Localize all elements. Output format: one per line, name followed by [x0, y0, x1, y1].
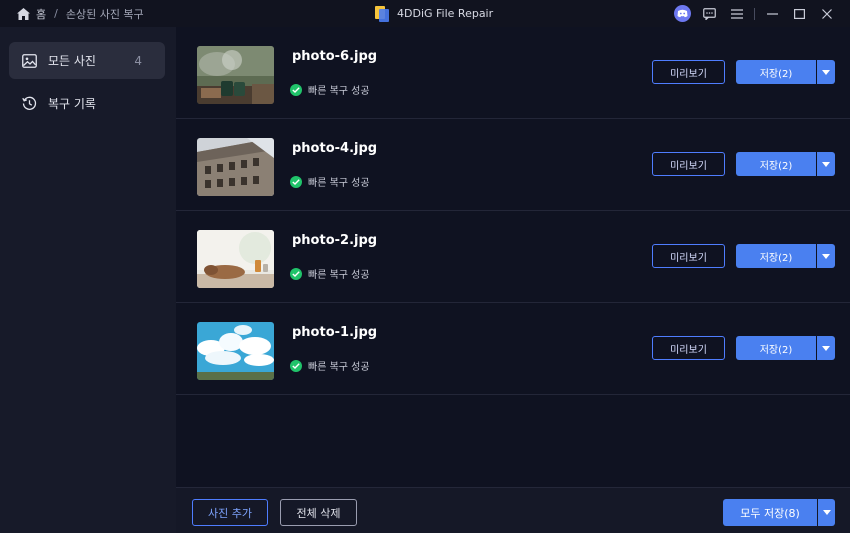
save-button[interactable]: 저장(2) — [736, 244, 816, 268]
file-name: photo-4.jpg — [292, 141, 378, 156]
chevron-down-icon — [822, 345, 830, 351]
preview-button[interactable]: 미리보기 — [652, 60, 725, 84]
save-button-group: 저장(2) — [736, 60, 835, 84]
status: 빠른 복구 성공 — [290, 358, 370, 373]
check-circle-icon — [290, 267, 302, 280]
list-item: photo-2.jpg 빠른 복구 성공 미리보기 저장(2) — [176, 211, 850, 303]
save-dropdown-button[interactable] — [817, 244, 835, 268]
close-icon[interactable] — [813, 0, 840, 27]
save-button-group: 저장(2) — [736, 244, 835, 268]
window-controls-divider — [754, 7, 755, 20]
sidebar-item-all-photos[interactable]: 모든 사진 4 — [9, 42, 165, 79]
photo-list: photo-6.jpg 빠른 복구 성공 미리보기 저장(2) photo-4.… — [176, 27, 850, 487]
save-button-group: 저장(2) — [736, 336, 835, 360]
chevron-down-icon — [822, 253, 830, 259]
status-text: 빠른 복구 성공 — [308, 178, 370, 189]
preview-button[interactable]: 미리보기 — [652, 244, 725, 268]
app-title-text: 4DDiG File Repair — [397, 7, 494, 20]
photo-thumbnail[interactable] — [197, 138, 274, 196]
save-all-button-group: 모두 저장(8) — [723, 499, 835, 526]
bottom-bar: 사진 추가 전체 삭제 모두 저장(8) — [176, 487, 850, 533]
delete-all-button[interactable]: 전체 삭제 — [280, 499, 357, 526]
file-name: photo-1.jpg — [292, 325, 378, 340]
save-button-group: 저장(2) — [736, 152, 835, 176]
status: 빠른 복구 성공 — [290, 174, 370, 189]
breadcrumb-home[interactable]: 홈 — [36, 6, 46, 22]
breadcrumb-current: 손상된 사진 복구 — [65, 7, 144, 21]
chevron-down-icon — [822, 69, 830, 75]
add-photo-button[interactable]: 사진 추가 — [192, 499, 268, 526]
status: 빠른 복구 성공 — [290, 266, 370, 281]
file-name: photo-6.jpg — [292, 49, 378, 64]
save-dropdown-button[interactable] — [817, 60, 835, 84]
status: 빠른 복구 성공 — [290, 82, 370, 97]
history-icon — [21, 96, 37, 112]
sidebar-item-label: 모든 사진 — [48, 54, 96, 68]
save-dropdown-button[interactable] — [817, 336, 835, 360]
photo-thumbnail[interactable] — [197, 46, 274, 104]
photo-thumbnail[interactable] — [197, 230, 274, 288]
sidebar-item-count: 4 — [134, 53, 142, 68]
home-icon[interactable] — [17, 7, 30, 20]
save-button[interactable]: 저장(2) — [736, 60, 816, 84]
save-dropdown-button[interactable] — [817, 152, 835, 176]
sidebar-item-label: 복구 기록 — [48, 97, 96, 111]
breadcrumb-separator: / — [54, 7, 58, 20]
check-circle-icon — [290, 359, 302, 372]
preview-button[interactable]: 미리보기 — [652, 152, 725, 176]
chevron-down-icon — [822, 161, 830, 167]
app-title: 4DDiG File Repair — [375, 0, 493, 27]
file-name: photo-2.jpg — [292, 233, 378, 248]
save-all-button[interactable]: 모두 저장(8) — [723, 499, 817, 526]
status-text: 빠른 복구 성공 — [308, 86, 370, 97]
save-all-dropdown-button[interactable] — [818, 499, 835, 526]
chat-icon[interactable] — [696, 0, 723, 27]
chevron-down-icon — [822, 510, 831, 515]
check-circle-icon — [290, 175, 302, 188]
save-button[interactable]: 저장(2) — [736, 152, 816, 176]
discord-icon[interactable] — [669, 0, 696, 27]
app-logo-icon — [375, 5, 389, 22]
maximize-icon[interactable] — [786, 0, 813, 27]
status-text: 빠른 복구 성공 — [308, 270, 370, 281]
menu-icon[interactable] — [723, 0, 750, 27]
preview-button[interactable]: 미리보기 — [652, 336, 725, 360]
title-bar: 홈 / 손상된 사진 복구 4DDiG File Repair — [0, 0, 850, 27]
image-icon — [21, 53, 37, 69]
window-controls — [669, 0, 840, 27]
sidebar: 모든 사진 4 복구 기록 — [0, 27, 176, 533]
status-text: 빠른 복구 성공 — [308, 362, 370, 373]
list-item: photo-4.jpg 빠른 복구 성공 미리보기 저장(2) — [176, 119, 850, 211]
minimize-icon[interactable] — [759, 0, 786, 27]
save-button[interactable]: 저장(2) — [736, 336, 816, 360]
breadcrumb: 홈 / 손상된 사진 복구 — [0, 6, 144, 22]
list-item: photo-1.jpg 빠른 복구 성공 미리보기 저장(2) — [176, 303, 850, 395]
check-circle-icon — [290, 83, 302, 96]
list-item: photo-6.jpg 빠른 복구 성공 미리보기 저장(2) — [176, 27, 850, 119]
photo-thumbnail[interactable] — [197, 322, 274, 380]
sidebar-item-history[interactable]: 복구 기록 — [9, 85, 165, 122]
